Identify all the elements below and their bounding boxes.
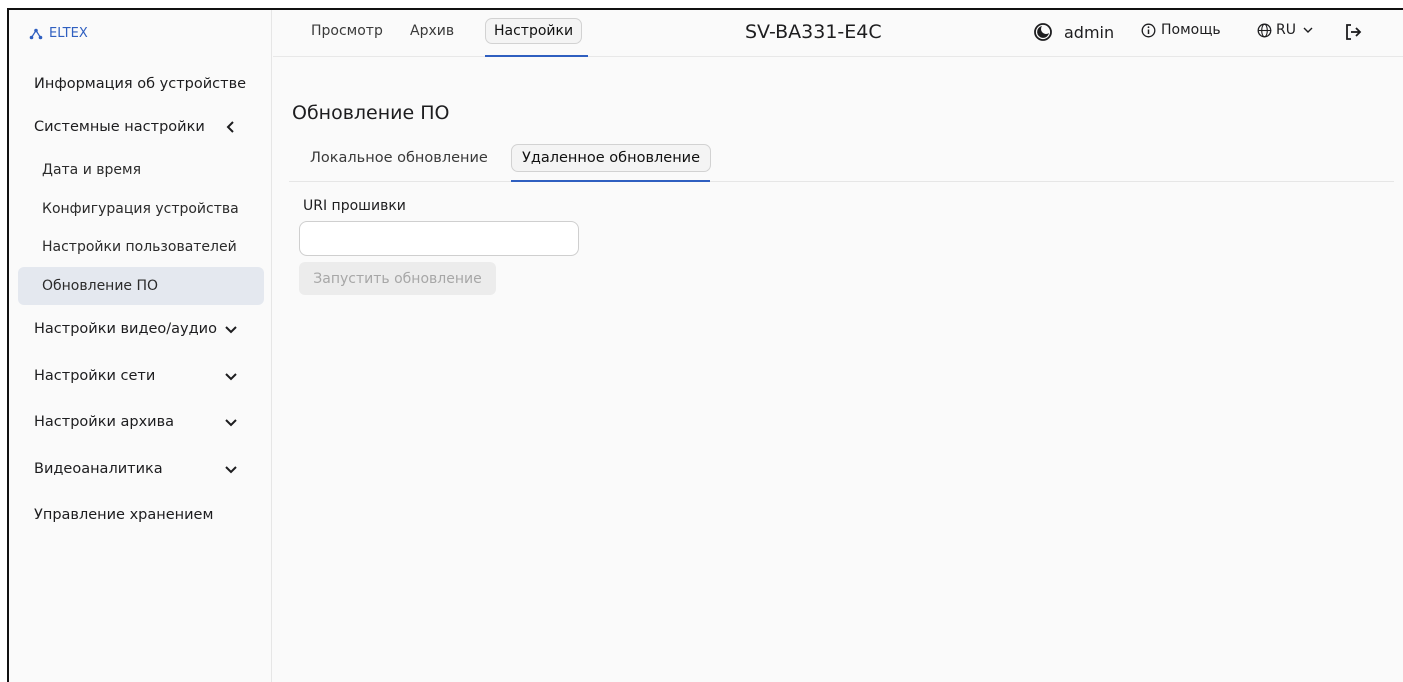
sidebar-item-archive[interactable]: Настройки архива bbox=[9, 403, 272, 441]
firmware-uri-label: URI прошивки bbox=[303, 198, 406, 214]
sidebar-item-label: Дата и время bbox=[42, 162, 141, 178]
chevron-left-icon bbox=[226, 121, 234, 133]
help-label: Помощь bbox=[1161, 22, 1221, 38]
sidebar-item-storage[interactable]: Управление хранением bbox=[9, 496, 272, 534]
chevron-down-icon bbox=[225, 466, 237, 474]
subtab-divider bbox=[289, 181, 1394, 182]
chevron-down-icon bbox=[225, 419, 237, 427]
tab-settings[interactable]: Настройки bbox=[485, 18, 583, 44]
sidebar-item-firmware-update[interactable]: Обновление ПО bbox=[18, 267, 264, 305]
sidebar-item-user-settings[interactable]: Настройки пользователей bbox=[18, 228, 264, 266]
tab-archive[interactable]: Архив bbox=[402, 18, 462, 44]
info-icon bbox=[1141, 23, 1156, 37]
language-value: RU bbox=[1276, 22, 1296, 38]
language-select[interactable]: RU bbox=[1257, 22, 1314, 38]
sidebar-item-device-config[interactable]: Конфигурация устройства bbox=[18, 190, 264, 228]
tab-remote-update[interactable]: Удаленное обновление bbox=[511, 144, 712, 172]
sidebar-item-date-time[interactable]: Дата и время bbox=[18, 151, 264, 189]
brand-name: ELTEX bbox=[49, 26, 88, 41]
sidebar-item-label: Настройки архива bbox=[34, 414, 175, 430]
theme-toggle[interactable] bbox=[1033, 22, 1053, 42]
sidebar-item-network[interactable]: Настройки сети bbox=[9, 357, 272, 395]
top-header: Просмотр Архив Настройки SV-BA331-E4C ad… bbox=[273, 10, 1403, 57]
chevron-down-icon bbox=[225, 326, 237, 334]
help-link[interactable]: Помощь bbox=[1141, 22, 1221, 38]
sidebar-item-label: Конфигурация устройства bbox=[42, 201, 239, 217]
start-update-button[interactable]: Запустить обновление bbox=[299, 262, 496, 295]
sidebar-item-video-audio[interactable]: Настройки видео/аудио bbox=[9, 310, 272, 348]
sidebar-item-label: Настройки пользователей bbox=[42, 239, 237, 255]
sidebar-item-device-info[interactable]: Информация об устройстве bbox=[9, 65, 272, 103]
tab-local-update[interactable]: Локальное обновление bbox=[300, 144, 498, 172]
brand-logo[interactable]: ELTEX bbox=[29, 26, 88, 41]
eltex-logo-icon bbox=[29, 28, 43, 39]
sidebar-item-label: Настройки видео/аудио bbox=[34, 321, 217, 337]
chevron-down-icon bbox=[1303, 27, 1313, 33]
sidebar-item-label: Системные настройки bbox=[34, 119, 205, 135]
sidebar-item-system-settings[interactable]: Системные настройки bbox=[9, 108, 272, 146]
globe-icon bbox=[1257, 23, 1272, 37]
sidebar-item-label: Управление хранением bbox=[34, 507, 214, 523]
active-tab-indicator bbox=[485, 55, 588, 57]
sidebar-item-label: Настройки сети bbox=[34, 368, 156, 384]
sidebar-item-label: Информация об устройстве bbox=[34, 76, 247, 92]
sidebar-item-label: Обновление ПО bbox=[42, 278, 159, 294]
logout-button[interactable] bbox=[1343, 22, 1363, 42]
active-subtab-indicator bbox=[511, 180, 710, 182]
sidebar-item-video-analytics[interactable]: Видеоаналитика bbox=[9, 450, 272, 488]
tab-view[interactable]: Просмотр bbox=[303, 18, 391, 44]
sidebar-item-label: Видеоаналитика bbox=[34, 461, 163, 477]
logout-icon bbox=[1346, 24, 1362, 40]
device-title: SV-BA331-E4C bbox=[745, 21, 882, 43]
user-name[interactable]: admin bbox=[1064, 23, 1114, 42]
firmware-uri-input[interactable] bbox=[299, 221, 579, 256]
sidebar: ELTEX Информация об устройстве Системные… bbox=[9, 10, 272, 682]
chevron-down-icon bbox=[225, 373, 237, 381]
moon-icon bbox=[1034, 23, 1052, 41]
app-window: ELTEX Информация об устройстве Системные… bbox=[7, 8, 1403, 682]
page-title: Обновление ПО bbox=[292, 102, 450, 124]
